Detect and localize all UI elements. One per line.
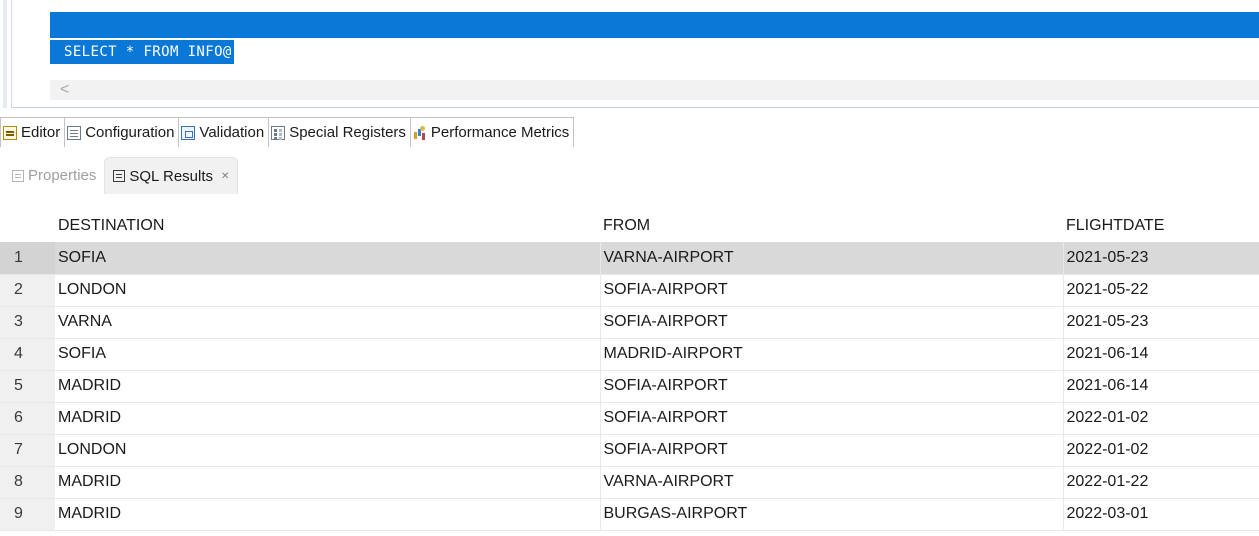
table-row[interactable]: 9 MADRID BURGAS-AIRPORT 2022-03-01 — [0, 498, 1259, 531]
tab-editor[interactable]: Editor — [0, 117, 66, 147]
cell-destination[interactable]: SOFIA — [55, 242, 601, 275]
cell-from[interactable]: SOFIA-AIRPORT — [600, 434, 1064, 467]
row-number: 6 — [0, 402, 55, 435]
horizontal-scrollbar[interactable]: < — [50, 80, 1259, 100]
cell-flightdate[interactable]: 2021-05-22 — [1063, 274, 1259, 307]
cell-flightdate[interactable]: 2022-01-02 — [1063, 402, 1259, 435]
cell-from[interactable]: SOFIA-AIRPORT — [600, 370, 1064, 403]
row-number: 9 — [0, 498, 55, 531]
row-number: 7 — [0, 434, 55, 467]
validation-icon — [181, 125, 196, 140]
cell-destination[interactable]: SOFIA — [55, 338, 601, 371]
table-row[interactable]: 3 VARNA SOFIA-AIRPORT 2021-05-23 — [0, 306, 1259, 339]
table-row[interactable]: 8 MADRID VARNA-AIRPORT 2022-01-22 — [0, 466, 1259, 499]
table-row[interactable]: 2 LONDON SOFIA-AIRPORT 2021-05-22 — [0, 274, 1259, 307]
tab-performance-metrics[interactable]: Performance Metrics — [410, 117, 575, 147]
sql-editor-icon — [3, 125, 17, 140]
tab-label: Validation — [199, 124, 265, 141]
sql-results-icon — [113, 170, 126, 182]
tab-sql-results[interactable]: SQL Results ✕ — [104, 157, 239, 194]
tab-properties[interactable]: Properties — [0, 157, 104, 194]
tab-validation[interactable]: Validation — [179, 117, 270, 147]
selection-highlight — [50, 12, 1259, 38]
cell-destination[interactable]: MADRID — [55, 402, 601, 435]
cell-from[interactable]: VARNA-AIRPORT — [600, 466, 1064, 499]
column-header[interactable]: DESTINATION — [55, 210, 600, 242]
cell-destination[interactable]: VARNA — [55, 306, 601, 339]
cell-flightdate[interactable]: 2021-05-23 — [1063, 306, 1259, 339]
configuration-icon — [67, 125, 82, 140]
tab-label: Special Registers — [289, 124, 406, 141]
table-row[interactable]: 4 SOFIA MADRID-AIRPORT 2021-06-14 — [0, 338, 1259, 371]
cell-destination[interactable]: LONDON — [55, 274, 601, 307]
cell-flightdate[interactable]: 2022-01-22 — [1063, 466, 1259, 499]
table-row[interactable]: 7 LONDON SOFIA-AIRPORT 2022-01-02 — [0, 434, 1259, 467]
results-view-tab-bar: Properties SQL Results ✕ — [0, 157, 239, 194]
cell-from[interactable]: SOFIA-AIRPORT — [600, 306, 1064, 339]
table-row[interactable]: 1 SOFIA VARNA-AIRPORT 2021-05-23 — [0, 242, 1259, 275]
cell-flightdate[interactable]: 2022-01-02 — [1063, 434, 1259, 467]
cell-from[interactable]: BURGAS-AIRPORT — [600, 498, 1064, 531]
tab-label: Configuration — [85, 124, 175, 141]
special-registers-icon — [271, 125, 286, 140]
cell-from[interactable]: MADRID-AIRPORT — [600, 338, 1064, 371]
tab-configuration[interactable]: Configuration — [65, 117, 180, 147]
performance-metrics-icon — [413, 125, 427, 140]
sql-statement[interactable]: SELECT * FROM INFO@ — [50, 40, 234, 64]
scroll-left-icon[interactable]: < — [60, 81, 69, 99]
cell-flightdate[interactable]: 2022-03-01 — [1063, 498, 1259, 531]
row-number: 1 — [0, 242, 55, 275]
editor-gutter — [0, 0, 12, 108]
tab-label: SQL Results — [129, 167, 214, 185]
properties-icon — [12, 169, 24, 182]
table-row[interactable]: 6 MADRID SOFIA-AIRPORT 2022-01-02 — [0, 402, 1259, 435]
cell-from[interactable]: SOFIA-AIRPORT — [600, 274, 1064, 307]
table-row[interactable]: 5 MADRID SOFIA-AIRPORT 2021-06-14 — [0, 370, 1259, 403]
tab-label: Performance Metrics — [430, 124, 570, 141]
results-table: DESTINATION FROM FLIGHTDATE 1 SOFIA VARN… — [0, 210, 1259, 531]
column-header[interactable]: FROM — [600, 210, 1063, 242]
cell-from[interactable]: VARNA-AIRPORT — [600, 242, 1064, 275]
cell-flightdate[interactable]: 2021-05-23 — [1063, 242, 1259, 275]
sql-editor[interactable]: SELECT * FROM INFO@ < — [0, 0, 1259, 108]
cell-from[interactable]: SOFIA-AIRPORT — [600, 402, 1064, 435]
cell-flightdate[interactable]: 2021-06-14 — [1063, 370, 1259, 403]
row-number-header — [0, 210, 55, 242]
editor-tab-bar: Editor Configuration Validation Special … — [0, 117, 575, 147]
cell-destination[interactable]: LONDON — [55, 434, 601, 467]
row-number: 5 — [0, 370, 55, 403]
row-number: 8 — [0, 466, 55, 499]
row-number: 3 — [0, 306, 55, 339]
tab-label: Editor — [21, 124, 61, 141]
close-icon[interactable]: ✕ — [221, 171, 229, 182]
cell-destination[interactable]: MADRID — [55, 498, 601, 531]
tab-label: Properties — [28, 167, 97, 184]
row-number: 2 — [0, 274, 55, 307]
cell-destination[interactable]: MADRID — [55, 466, 601, 499]
table-header-row: DESTINATION FROM FLIGHTDATE — [0, 210, 1259, 242]
cell-destination[interactable]: MADRID — [55, 370, 601, 403]
cell-flightdate[interactable]: 2021-06-14 — [1063, 338, 1259, 371]
column-header[interactable]: FLIGHTDATE — [1063, 210, 1259, 242]
tab-special-registers[interactable]: Special Registers — [269, 117, 411, 147]
row-number: 4 — [0, 338, 55, 371]
